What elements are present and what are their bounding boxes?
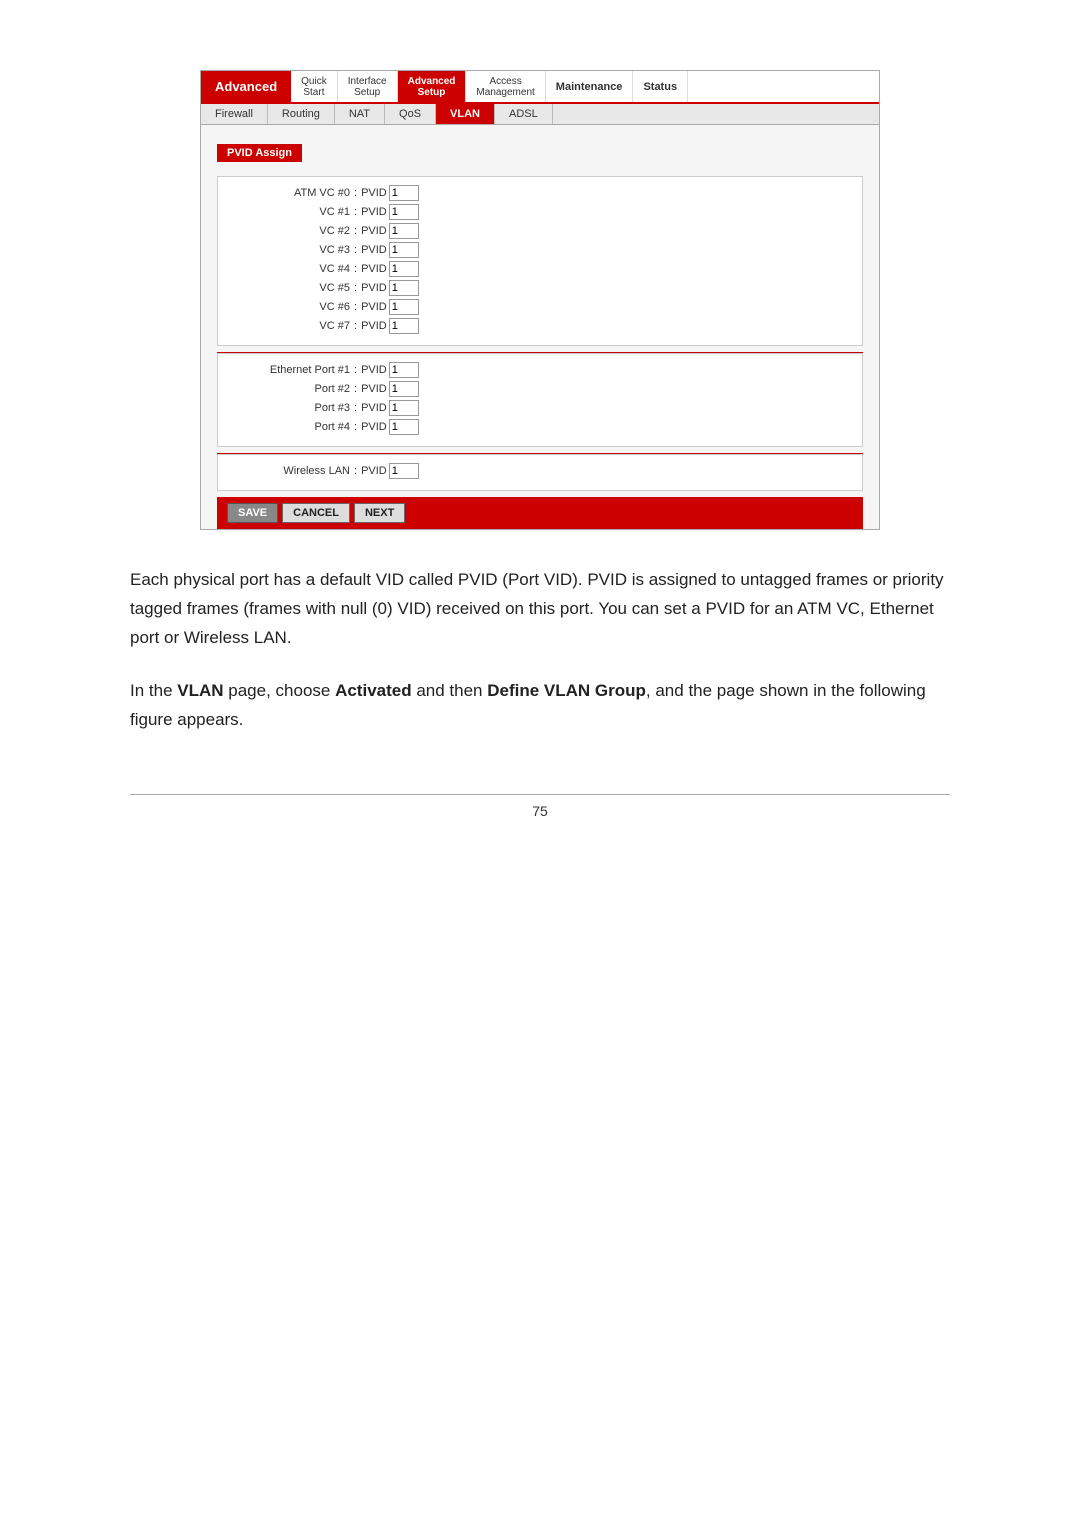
subtab-firewall[interactable]: Firewall (201, 104, 268, 124)
eth4-pvid-input[interactable] (389, 419, 419, 435)
nav-quick-start-line1: Quick (301, 76, 327, 87)
nav-advanced-line1: Advanced (408, 76, 456, 87)
vc1-label: VC #1 (230, 206, 350, 218)
vc4-pvid-input[interactable] (389, 261, 419, 277)
next-button[interactable]: NEXT (354, 503, 405, 523)
subtab-nat[interactable]: NAT (335, 104, 385, 124)
vc2-label: VC #2 (230, 225, 350, 237)
port-row-eth3: Port #3 : PVID (230, 400, 850, 416)
nav-interface-line2: Setup (354, 87, 380, 98)
nav-group-quick-start[interactable]: Quick Start (291, 71, 338, 102)
port-row-eth4: Port #4 : PVID (230, 419, 850, 435)
content-area: PVID Assign ATM VC #0 : PVID VC #1 : PVI… (201, 125, 879, 529)
vc3-label: VC #3 (230, 244, 350, 256)
vc4-label: VC #4 (230, 263, 350, 275)
port-row-atm-vc0: ATM VC #0 : PVID (230, 185, 850, 201)
top-nav: Advanced Quick Start Interface Setup Adv… (201, 71, 879, 104)
atm-vc0-label: ATM VC #0 (230, 187, 350, 199)
paragraph-1: Each physical port has a default VID cal… (130, 566, 950, 653)
port-row-vc3: VC #3 : PVID (230, 242, 850, 258)
wireless-pvid-input[interactable] (389, 463, 419, 479)
page-number: 75 (532, 803, 548, 819)
page-footer: 75 (130, 794, 950, 819)
wireless-section: Wireless LAN : PVID (217, 454, 863, 491)
nav-status-label: Status (643, 81, 677, 93)
vc2-pvid-input[interactable] (389, 223, 419, 239)
vc1-pvid-input[interactable] (389, 204, 419, 220)
nav-group-status[interactable]: Status (633, 71, 688, 102)
port-row-vc7: VC #7 : PVID (230, 318, 850, 334)
p2-pre: In the (130, 681, 177, 700)
cancel-button[interactable]: CANCEL (282, 503, 350, 523)
eth3-pvid-input[interactable] (389, 400, 419, 416)
pvid-assign-button[interactable]: PVID Assign (217, 144, 302, 162)
eth2-pvid-input[interactable] (389, 381, 419, 397)
vc5-pvid-input[interactable] (389, 280, 419, 296)
eth1-label: Ethernet Port #1 (230, 364, 350, 376)
vc5-label: VC #5 (230, 282, 350, 294)
wireless-label: Wireless LAN (230, 465, 350, 477)
eth3-label: Port #3 (230, 402, 350, 414)
port-row-vc1: VC #1 : PVID (230, 204, 850, 220)
nav-group-advanced-setup[interactable]: Advanced Setup (398, 71, 467, 102)
p2-mid2: and then (412, 681, 488, 700)
footer-bar: SAVE CANCEL NEXT (217, 497, 863, 529)
port-row-vc4: VC #4 : PVID (230, 261, 850, 277)
nav-quick-start-line2: Start (303, 87, 324, 98)
ethernet-section: Ethernet Port #1 : PVID Port #2 : PVID P… (217, 353, 863, 447)
atm-vc0-pvid-input[interactable] (389, 185, 419, 201)
paragraph-2: In the VLAN page, choose Activated and t… (130, 677, 950, 735)
nav-interface-line1: Interface (348, 76, 387, 87)
port-row-vc6: VC #6 : PVID (230, 299, 850, 315)
nav-group-maintenance[interactable]: Maintenance (546, 71, 634, 102)
atm-vc-section: ATM VC #0 : PVID VC #1 : PVID VC #2 : PV… (217, 176, 863, 346)
p2-vlan: VLAN (177, 681, 223, 700)
router-panel: Advanced Quick Start Interface Setup Adv… (200, 70, 880, 530)
sub-tabs: Firewall Routing NAT QoS VLAN ADSL (201, 104, 879, 125)
nav-group-access-management[interactable]: Access Management (466, 71, 545, 102)
eth4-label: Port #4 (230, 421, 350, 433)
p2-activated: Activated (335, 681, 412, 700)
port-row-wireless: Wireless LAN : PVID (230, 463, 850, 479)
nav-group-interface-setup[interactable]: Interface Setup (338, 71, 398, 102)
eth1-pvid-input[interactable] (389, 362, 419, 378)
subtab-qos[interactable]: QoS (385, 104, 436, 124)
port-row-vc2: VC #2 : PVID (230, 223, 850, 239)
vc7-label: VC #7 (230, 320, 350, 332)
nav-advanced-label: Advanced (201, 71, 291, 102)
vc3-pvid-input[interactable] (389, 242, 419, 258)
vc6-label: VC #6 (230, 301, 350, 313)
nav-advanced-line2: Setup (418, 87, 446, 98)
subtab-adsl[interactable]: ADSL (495, 104, 553, 124)
eth2-label: Port #2 (230, 383, 350, 395)
nav-access-line1: Access (489, 76, 521, 87)
save-button[interactable]: SAVE (227, 503, 278, 523)
nav-maintenance-label: Maintenance (556, 81, 623, 93)
nav-access-line2: Management (476, 87, 534, 98)
subtab-vlan[interactable]: VLAN (436, 104, 495, 124)
vc7-pvid-input[interactable] (389, 318, 419, 334)
vc6-pvid-input[interactable] (389, 299, 419, 315)
body-text: Each physical port has a default VID cal… (130, 566, 950, 734)
subtab-routing[interactable]: Routing (268, 104, 335, 124)
port-row-eth2: Port #2 : PVID (230, 381, 850, 397)
port-row-vc5: VC #5 : PVID (230, 280, 850, 296)
port-row-eth1: Ethernet Port #1 : PVID (230, 362, 850, 378)
p2-define-vlan-group: Define VLAN Group (487, 681, 646, 700)
p2-mid1: page, choose (224, 681, 336, 700)
